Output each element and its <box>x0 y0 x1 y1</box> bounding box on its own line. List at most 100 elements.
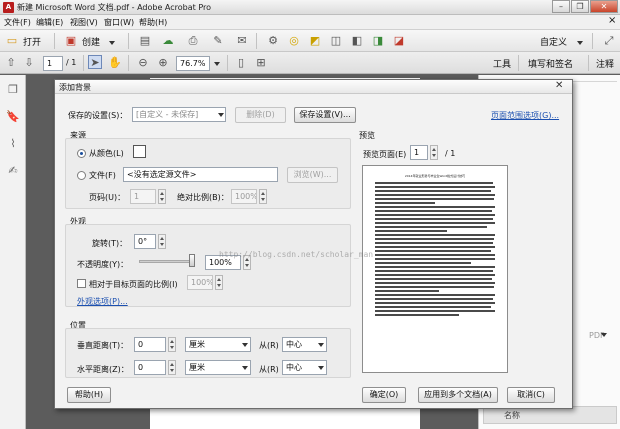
expand-icon[interactable]: ⤢ <box>602 34 616 48</box>
create-pdf-icon[interactable]: ▣ <box>64 34 78 48</box>
hand-tool-icon[interactable]: ✋ <box>108 56 122 70</box>
from-file-radio[interactable] <box>77 171 86 180</box>
vertical-distance-stepper[interactable] <box>168 337 176 352</box>
page-thumbnails-icon[interactable]: ❐ <box>6 83 20 97</box>
delete-button[interactable]: 删除(D) <box>235 107 286 123</box>
toolbar-divider <box>518 55 519 71</box>
browse-button[interactable]: 浏览(W)... <box>287 167 338 183</box>
attach-icon[interactable]: ◧ <box>350 34 364 48</box>
previous-page-icon[interactable]: ⇧ <box>4 56 18 70</box>
page-number-input[interactable]: 1 <box>43 56 63 71</box>
page-number-stepper[interactable] <box>158 189 166 204</box>
absolute-scale-field[interactable]: 100% <box>231 189 257 204</box>
ok-button[interactable]: 确定(O) <box>362 387 406 403</box>
vertical-distance-field[interactable]: 0 <box>134 337 166 352</box>
highlight-icon[interactable]: ◩ <box>308 34 322 48</box>
dialog-title-bar: 添加背景 ✕ <box>55 80 572 94</box>
horizontal-from-dropdown-icon[interactable] <box>318 366 324 370</box>
page-number-field[interactable]: 1 <box>130 189 156 204</box>
menu-window[interactable]: 窗口(W) <box>104 17 134 28</box>
preview-text-line <box>375 246 495 248</box>
comment-tab[interactable]: 注释 <box>596 57 614 70</box>
print-icon[interactable]: ⎙ <box>186 34 200 48</box>
menu-file[interactable]: 文件(F) <box>4 17 31 28</box>
customize-dropdown-icon[interactable] <box>577 41 583 45</box>
opacity-slider-thumb[interactable] <box>189 254 195 267</box>
help-button[interactable]: 帮助(H) <box>67 387 111 403</box>
preview-text-line <box>375 210 492 212</box>
close-button[interactable]: ✕ <box>590 0 618 13</box>
zoom-dropdown-icon[interactable] <box>214 62 220 66</box>
relative-scale-stepper[interactable] <box>215 275 223 290</box>
apply-to-multiple-button[interactable]: 应用到多个文档(A) <box>418 387 498 403</box>
tools-tab[interactable]: 工具 <box>493 57 511 70</box>
relative-scale-checkbox[interactable] <box>77 279 86 288</box>
opacity-label: 不透明度(Y)： <box>77 260 129 269</box>
preview-page-field[interactable]: 1 <box>410 145 428 160</box>
zoom-in-icon[interactable]: ⊕ <box>156 56 170 70</box>
horizontal-distance-stepper[interactable] <box>168 360 176 375</box>
restore-button[interactable]: ❐ <box>571 0 589 13</box>
from-color-radio[interactable] <box>77 149 86 158</box>
preview-text-line <box>375 306 491 308</box>
customize-button[interactable]: 自定义 <box>540 35 567 48</box>
source-file-field[interactable]: <没有选定源文件> <box>123 167 278 182</box>
menu-view[interactable]: 视图(V) <box>70 17 98 28</box>
menu-edit[interactable]: 编辑(E) <box>36 17 63 28</box>
preview-text-line <box>375 298 493 300</box>
preview-text-line <box>375 290 439 292</box>
preview-page-total: / 1 <box>445 149 456 158</box>
minimize-button[interactable]: – <box>552 0 570 13</box>
rotation-field[interactable]: 0° <box>134 234 156 249</box>
comment-bubble-icon[interactable]: ◎ <box>287 34 301 48</box>
vertical-from-dropdown-icon[interactable] <box>318 343 324 347</box>
preview-text-line <box>375 214 495 216</box>
rotation-stepper[interactable] <box>158 234 166 249</box>
attachments-icon[interactable]: ⌇ <box>6 137 20 151</box>
share-icon[interactable]: ◪ <box>392 34 406 48</box>
zoom-out-icon[interactable]: ⊖ <box>136 56 150 70</box>
pane-expand-icon[interactable] <box>601 333 607 337</box>
saved-settings-dropdown-icon[interactable] <box>218 113 224 117</box>
select-cursor-icon[interactable]: ➤ <box>88 55 102 69</box>
appearance-options-link[interactable]: 外观选项(P)... <box>77 296 128 307</box>
create-button[interactable]: 创建 <box>82 35 100 48</box>
export-icon[interactable]: ◨ <box>371 34 385 48</box>
save-settings-button[interactable]: 保存设置(V)... <box>294 107 356 123</box>
toolbar-divider <box>54 33 55 49</box>
horizontal-from-label: 从(R) <box>259 365 279 374</box>
color-swatch-button[interactable] <box>133 145 146 158</box>
page-range-options-link[interactable]: 页面范围选项(G)... <box>491 110 559 121</box>
read-mode-icon[interactable]: ⊞ <box>254 56 268 70</box>
folder-icon[interactable]: ▭ <box>5 34 19 48</box>
create-dropdown-icon[interactable] <box>109 41 115 45</box>
save-icon[interactable]: ▤ <box>138 34 152 48</box>
preview-text-line <box>375 262 471 264</box>
signatures-icon[interactable]: ✍ <box>6 164 20 178</box>
zoom-level-input[interactable]: 76.7% <box>176 56 210 71</box>
stamp-icon[interactable]: ◫ <box>329 34 343 48</box>
saved-settings-select[interactable]: [自定义 - 未保存] <box>132 107 226 122</box>
dialog-close-icon[interactable]: ✕ <box>555 80 563 91</box>
navigation-pane: ❐ 🔖 ⌇ ✍ <box>0 75 26 429</box>
horizontal-unit-dropdown-icon[interactable] <box>242 366 248 370</box>
absolute-scale-stepper[interactable] <box>259 189 267 204</box>
menu-help[interactable]: 帮助(H) <box>139 17 167 28</box>
vertical-unit-dropdown-icon[interactable] <box>242 343 248 347</box>
preview-page-stepper[interactable] <box>430 145 438 160</box>
document-close-icon[interactable]: × <box>608 15 616 26</box>
opacity-slider-track[interactable] <box>139 260 193 263</box>
gear-icon[interactable]: ⚙ <box>266 34 280 48</box>
bookmarks-icon[interactable]: 🔖 <box>6 110 20 124</box>
edit-icon[interactable]: ✎ <box>211 34 225 48</box>
email-icon[interactable]: ✉ <box>235 34 249 48</box>
dialog-title: 添加背景 <box>59 83 91 92</box>
cloud-upload-icon[interactable]: ☁ <box>161 34 175 48</box>
next-page-icon[interactable]: ⇩ <box>22 56 36 70</box>
relative-scale-field[interactable]: 100% <box>187 275 213 290</box>
fill-sign-tab[interactable]: 填写和签名 <box>528 57 573 70</box>
horizontal-distance-field[interactable]: 0 <box>134 360 166 375</box>
open-button[interactable]: 打开 <box>23 35 41 48</box>
fit-page-icon[interactable]: ▯ <box>234 56 248 70</box>
cancel-button[interactable]: 取消(C) <box>507 387 555 403</box>
